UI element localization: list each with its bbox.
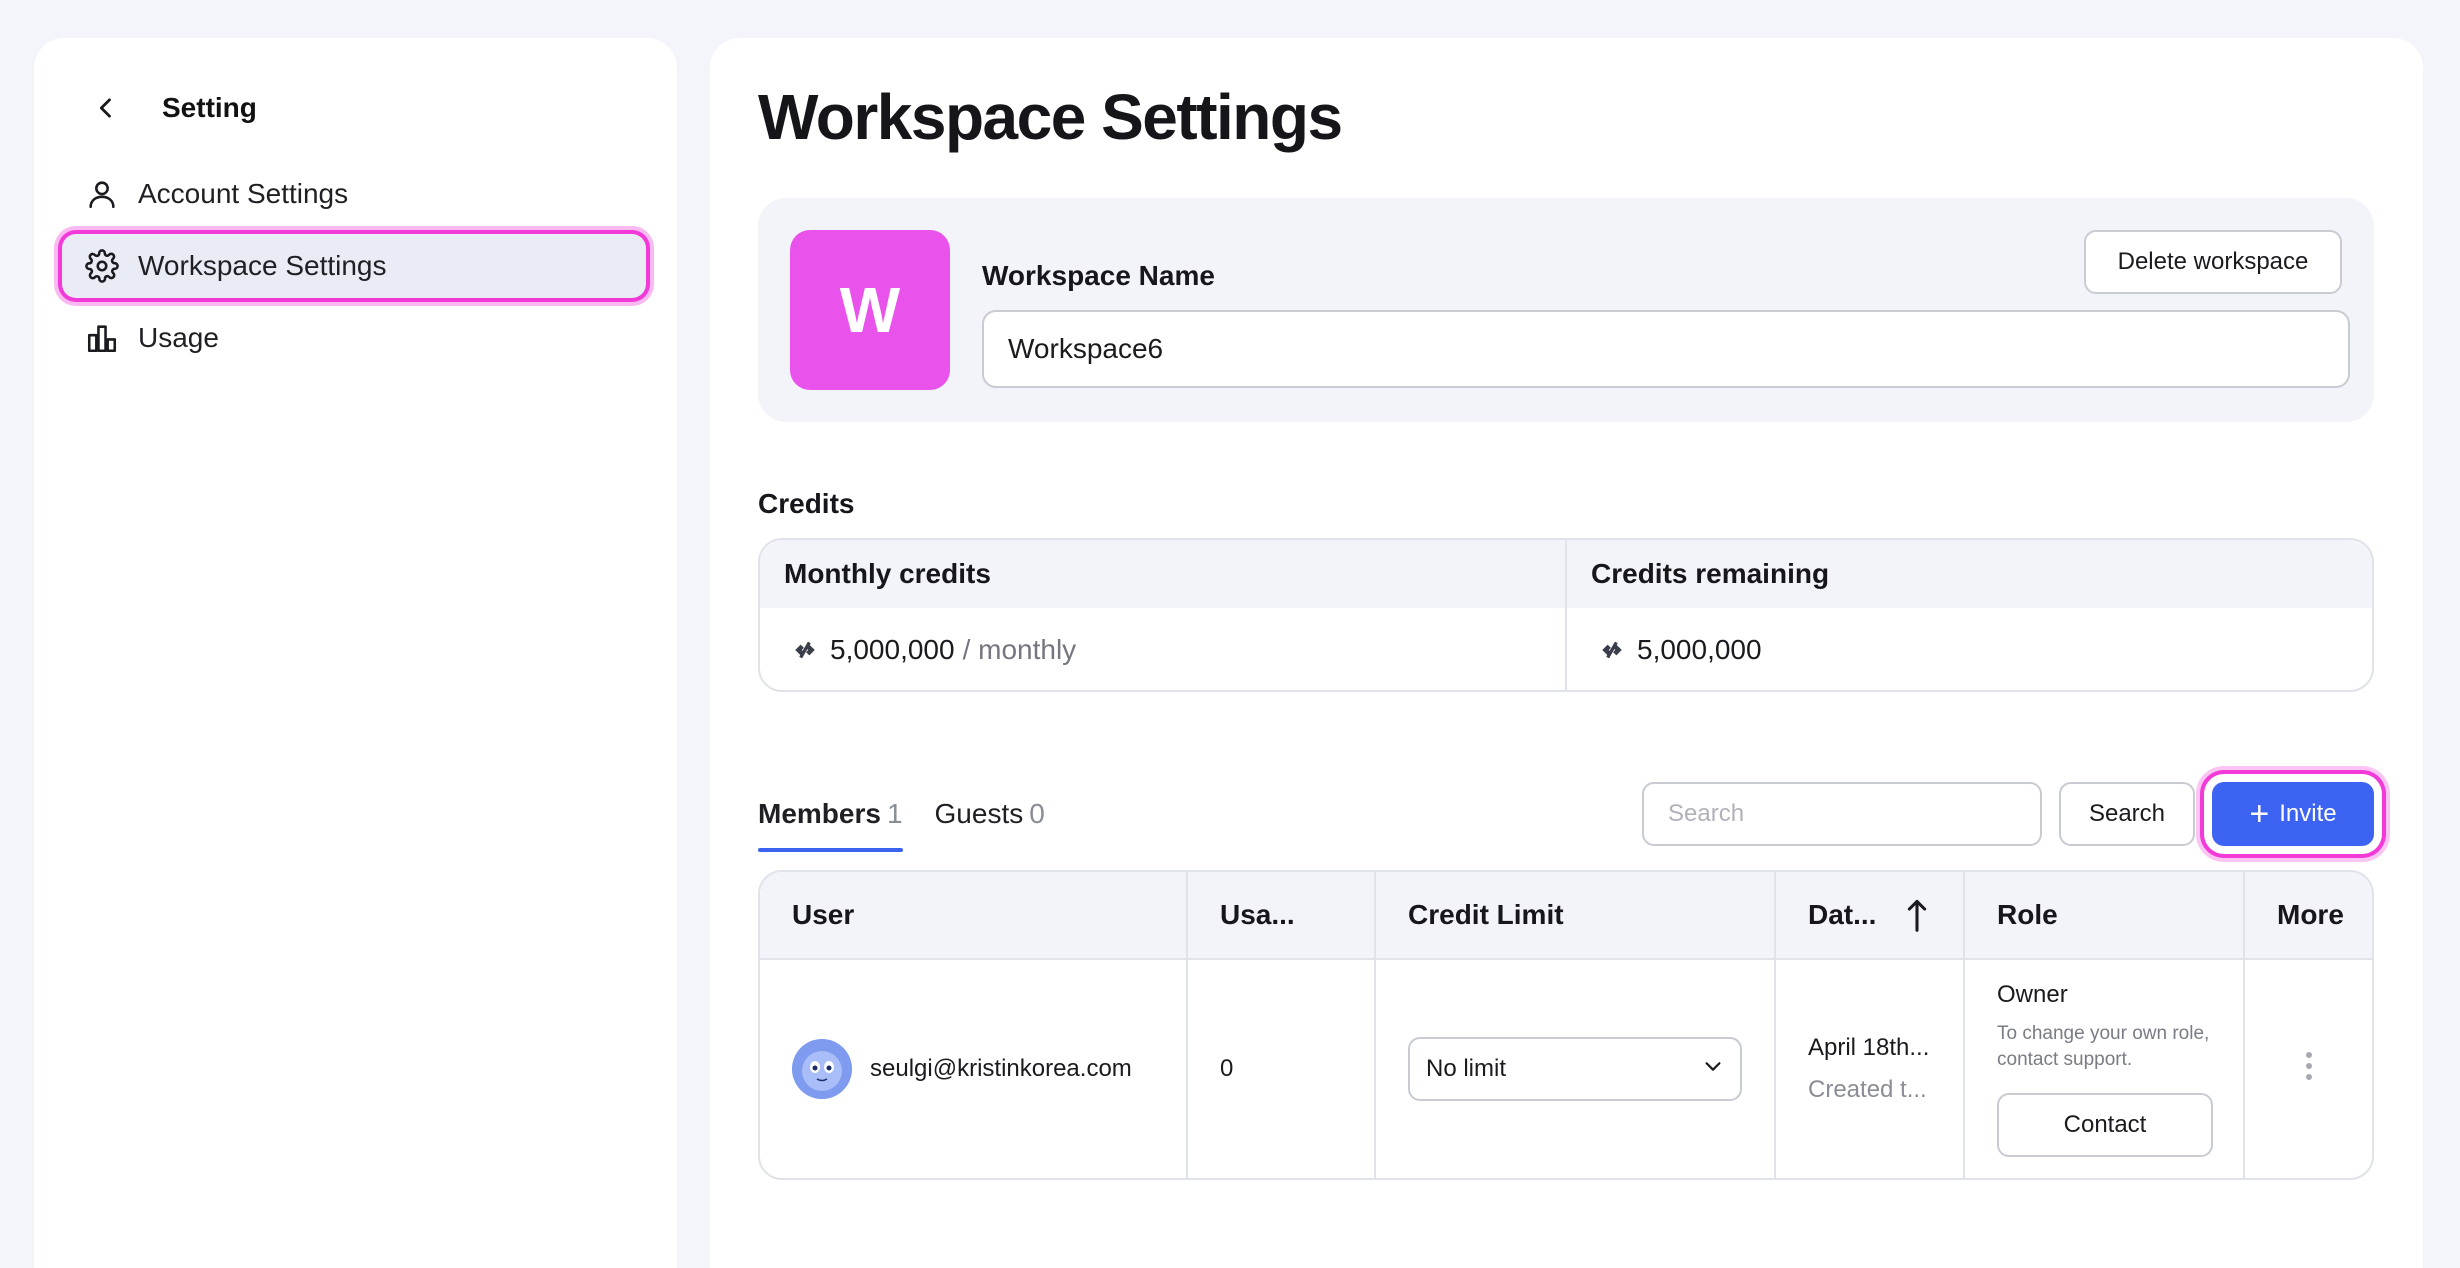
search-button[interactable]: Search bbox=[2059, 782, 2195, 846]
column-header-user[interactable]: User bbox=[760, 872, 1186, 958]
monthly-credits-header: Monthly credits bbox=[760, 540, 1565, 608]
plus-icon: + bbox=[2249, 795, 2270, 833]
page-title: Workspace Settings bbox=[758, 81, 1343, 153]
remaining-credits-column: Credits remaining 5,000,000 bbox=[1565, 540, 2372, 690]
usage-cell: 0 bbox=[1186, 960, 1374, 1178]
sidebar-item-label: Workspace Settings bbox=[138, 250, 387, 281]
avatar bbox=[792, 1039, 852, 1099]
members-table: User Usa... Credit Limit Dat... Role Mor… bbox=[758, 870, 2374, 1180]
monthly-credits-suffix: / monthly bbox=[962, 634, 1077, 665]
remaining-credits-header: Credits remaining bbox=[1567, 540, 2372, 608]
column-header-date[interactable]: Dat... bbox=[1774, 872, 1963, 958]
date-value: April 18th... bbox=[1808, 1034, 1930, 1061]
table-row: seulgi@kristinkorea.com 0 No limit April… bbox=[760, 960, 2372, 1178]
user-icon bbox=[82, 174, 122, 214]
more-cell bbox=[2243, 960, 2372, 1178]
sidebar-item-usage[interactable]: Usage bbox=[62, 306, 646, 370]
delete-workspace-button[interactable]: Delete workspace bbox=[2084, 230, 2342, 294]
arrow-up-icon[interactable] bbox=[1906, 898, 1928, 932]
workspace-card: W Workspace Name Delete workspace bbox=[758, 198, 2374, 422]
credit-limit-value: No limit bbox=[1426, 1055, 1507, 1082]
user-email: seulgi@kristinkorea.com bbox=[870, 1055, 1132, 1082]
credits-title: Credits bbox=[758, 488, 855, 519]
more-vertical-icon[interactable] bbox=[2304, 1051, 2314, 1088]
main-panel: Workspace Settings W Workspace Name Dele… bbox=[710, 38, 2423, 1268]
tab-members[interactable]: Members 1 bbox=[758, 798, 903, 852]
credits-table: Monthly credits 5,000,000 / monthly Cred… bbox=[758, 538, 2374, 692]
role-wrap: Owner To change your own role, contact s… bbox=[1997, 981, 2217, 1157]
credit-limit-cell: No limit bbox=[1374, 960, 1774, 1178]
table-header-row: User Usa... Credit Limit Dat... Role Mor… bbox=[760, 872, 2372, 960]
tab-count: 1 bbox=[886, 798, 903, 829]
credit-limit-select[interactable]: No limit bbox=[1408, 1037, 1742, 1101]
workspace-name-label: Workspace Name bbox=[982, 260, 1215, 291]
sidebar-item-label: Account Settings bbox=[138, 178, 349, 209]
chevron-left-icon[interactable] bbox=[84, 86, 128, 130]
tab-count: 0 bbox=[1029, 798, 1045, 829]
settings-sidebar: Setting Account Settings Workspace Setti… bbox=[34, 38, 677, 1268]
date-wrap: April 18th... Created t... bbox=[1808, 1034, 1929, 1104]
workspace-avatar[interactable]: W bbox=[790, 230, 950, 390]
user-cell: seulgi@kristinkorea.com bbox=[760, 960, 1186, 1178]
date-subtext: Created t... bbox=[1808, 1076, 1927, 1103]
sidebar-item-workspace-settings[interactable]: Workspace Settings bbox=[62, 234, 646, 298]
invite-button[interactable]: + Invite bbox=[2212, 782, 2374, 846]
date-cell: April 18th... Created t... bbox=[1774, 960, 1963, 1178]
column-header-usage[interactable]: Usa... bbox=[1186, 872, 1374, 958]
sidebar-item-account-settings[interactable]: Account Settings bbox=[62, 162, 646, 226]
remaining-credits-value: 5,000,000 bbox=[1637, 634, 1762, 665]
column-header-more: More bbox=[2243, 872, 2372, 958]
column-header-credit-limit[interactable]: Credit Limit bbox=[1374, 872, 1774, 958]
column-header-date-label: Dat... bbox=[1808, 899, 1877, 930]
monthly-credits-value-row: 5,000,000 / monthly bbox=[760, 608, 1565, 690]
bar-chart-icon bbox=[82, 318, 122, 358]
role-hint: To change your own role, contact support… bbox=[1997, 1023, 2210, 1070]
sidebar-nav: Account Settings Workspace Settings Usag… bbox=[62, 162, 646, 378]
member-tabs: Members 1 Guests 0 bbox=[758, 798, 1077, 852]
role-cell: Owner To change your own role, contact s… bbox=[1963, 960, 2243, 1178]
tab-label: Guests bbox=[934, 798, 1024, 829]
sidebar-header: Setting bbox=[84, 86, 257, 130]
column-header-role[interactable]: Role bbox=[1963, 872, 2243, 958]
sidebar-item-label: Usage bbox=[138, 322, 219, 353]
invite-button-label: Invite bbox=[2279, 800, 2337, 827]
remaining-credits-value-row: 5,000,000 bbox=[1567, 608, 2372, 690]
credit-icon bbox=[1599, 636, 1627, 664]
contact-button[interactable]: Contact bbox=[1997, 1093, 2213, 1157]
tab-guests[interactable]: Guests 0 bbox=[935, 798, 1045, 852]
member-search-input[interactable] bbox=[1642, 782, 2042, 846]
chevron-down-icon bbox=[1702, 1055, 1724, 1084]
monthly-credits-value: 5,000,000 bbox=[830, 634, 955, 665]
workspace-name-input[interactable] bbox=[982, 310, 2350, 388]
gear-icon bbox=[82, 246, 122, 286]
role-value: Owner bbox=[1997, 981, 2068, 1008]
monthly-credits-column: Monthly credits 5,000,000 / monthly bbox=[760, 540, 1565, 690]
sidebar-title: Setting bbox=[162, 92, 257, 123]
credit-icon bbox=[792, 636, 820, 664]
tab-label: Members bbox=[758, 798, 881, 829]
